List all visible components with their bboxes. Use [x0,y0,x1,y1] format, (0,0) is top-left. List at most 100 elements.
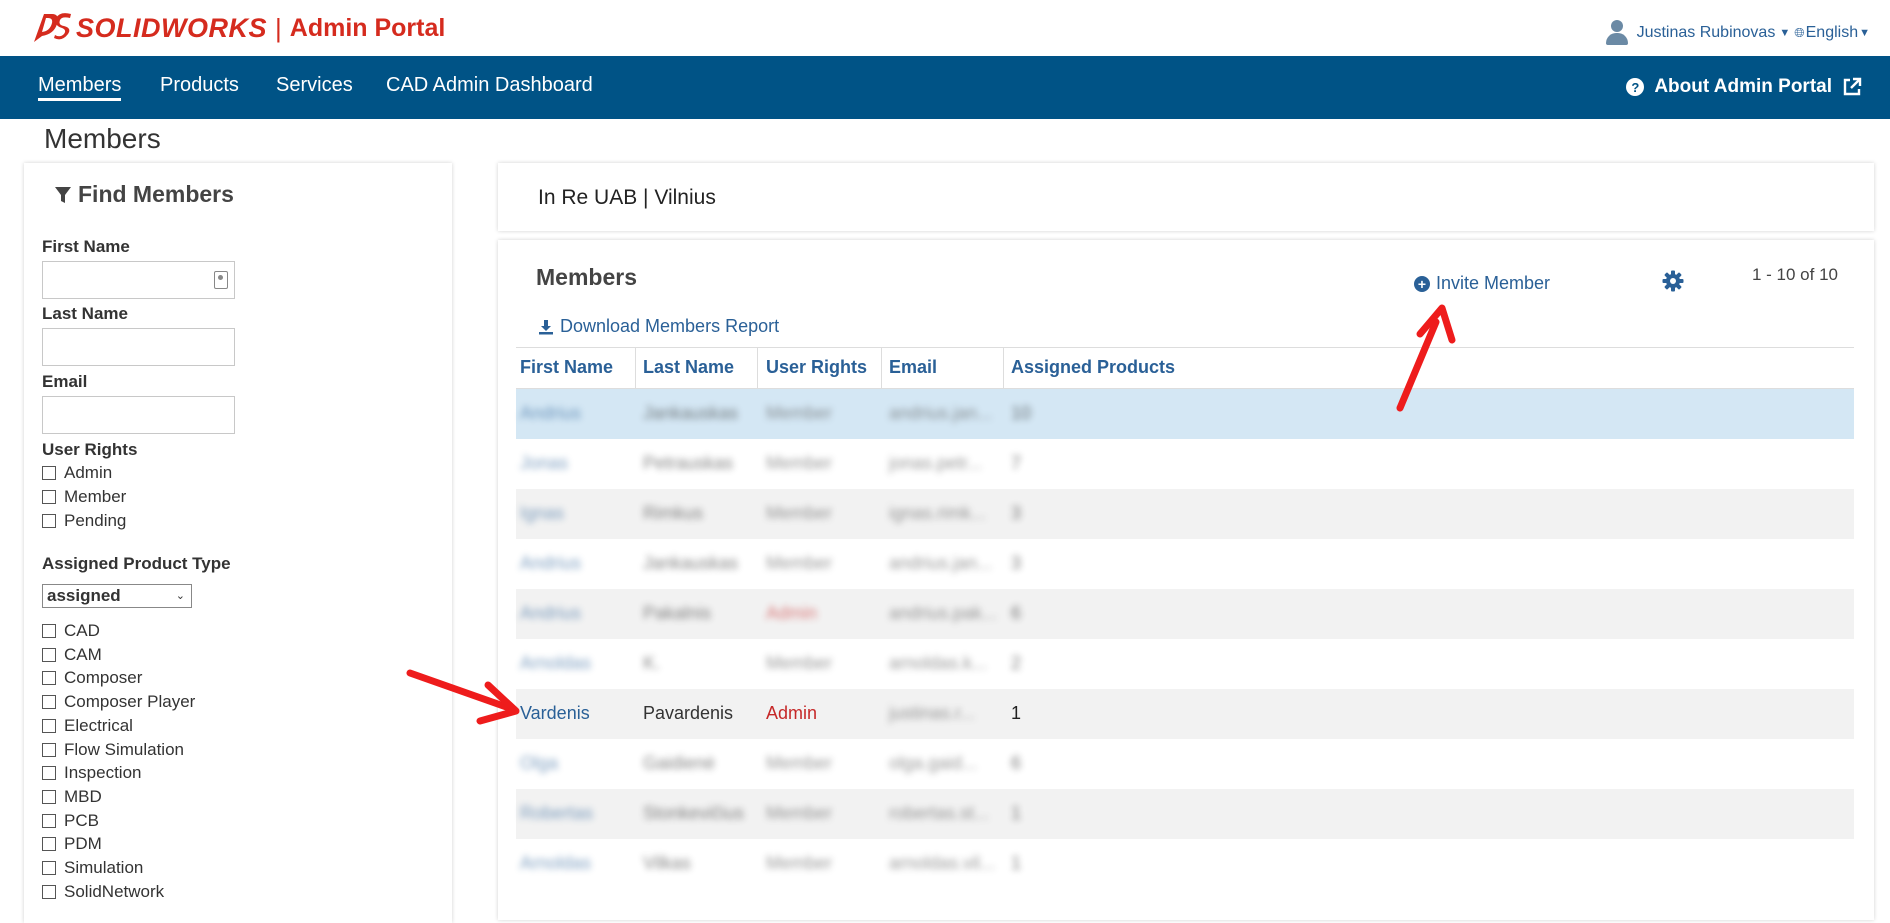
nav-cad-admin-dashboard[interactable]: CAD Admin Dashboard [386,74,593,97]
col-assigned-products[interactable]: Assigned Products [1011,357,1175,378]
product-checkbox[interactable] [42,742,56,757]
table-row[interactable]: Andrius Jankauskas Member andrius.jan... 3 [516,539,1854,589]
member-checkbox[interactable] [42,490,56,504]
email-input[interactable] [42,396,235,434]
table-row[interactable]: Vardenis Pavardenis Admin justinas.r... 1 [516,689,1854,739]
brand-name: SOLIDWORKS [76,12,267,43]
member-first-name[interactable]: Jonas [520,453,568,474]
member-last-name: Pavardenis [643,703,734,723]
product-checkbox[interactable] [42,671,56,686]
member-first-name[interactable]: Andrius [520,403,581,424]
member-first-name[interactable]: Vardenis [520,703,590,724]
member-last-name: Gaidienė [643,753,716,773]
solidworks-logo[interactable]: SOLIDWORKS | Admin Portal [30,8,445,48]
user-rights-label: User Rights [42,440,138,459]
member-last-name: Jankauskas [643,403,739,423]
col-email[interactable]: Email [889,357,937,378]
member-assigned-products: 7 [1011,453,1022,473]
product-checkbox[interactable] [42,837,56,852]
rights-admin-option[interactable]: Admin [42,463,112,483]
table-row[interactable]: Andrius Jankauskas Member andrius.jan... 10 [516,389,1854,439]
col-last-name[interactable]: Last Name [643,357,734,378]
rights-member-option[interactable]: Member [42,487,126,507]
product-checkbox[interactable] [42,624,56,638]
download-members-report-link[interactable]: Download Members Report [538,316,779,337]
member-assigned-products: 10 [1011,403,1032,423]
product-checkbox[interactable] [42,766,56,781]
product-label: Electrical [64,715,133,735]
product-filter-option[interactable]: Electrical [42,716,133,736]
last-name-input[interactable] [42,328,235,366]
table-row[interactable]: Arnoldas Vilkas Member arnoldas.vil... 1 [516,839,1854,889]
product-filter-option[interactable]: Simulation [42,858,143,878]
product-label: CAM [64,644,102,664]
invite-member-button[interactable]: + Invite Member [1414,273,1550,294]
product-checkbox[interactable] [42,884,56,899]
member-first-name[interactable]: Arnoldas [520,653,591,674]
member-last-name: Jankauskas [643,553,739,573]
product-filter-option[interactable]: Inspection [42,763,142,783]
rights-pending-option[interactable]: Pending [42,511,126,531]
member-user-rights: Member [766,753,833,773]
nav-services[interactable]: Services [276,74,353,97]
table-row[interactable]: Jonas Petrauskas Member jonas.petr... 7 [516,439,1854,489]
table-row[interactable]: Olga Gaidienė Member olga.gaid... 6 [516,739,1854,789]
nav-members[interactable]: Members [38,74,122,101]
product-checkbox[interactable] [42,789,56,804]
product-checkbox[interactable] [42,647,56,662]
gear-icon[interactable] [1662,270,1684,292]
member-first-name[interactable]: Ignas [520,503,564,524]
member-first-name[interactable]: Andrius [520,553,581,574]
product-checkbox[interactable] [42,695,56,710]
table-row[interactable]: Andrius Pakalnis Admin andrius.pak... 6 [516,589,1854,639]
product-filter-option[interactable]: Composer Player [42,692,195,712]
language-menu[interactable]: English [1806,24,1858,42]
member-user-rights: Member [766,853,833,873]
user-menu[interactable]: Justinas Rubinovas [1637,24,1776,42]
main-nav: Members Products Services CAD Admin Dash… [0,56,1890,119]
member-user-rights: Member [766,803,833,823]
table-row[interactable]: Arnoldas K. Member arnoldas.k... 2 [516,639,1854,689]
product-filter-option[interactable]: Composer [42,668,142,688]
product-filter-option[interactable]: SolidNetwork [42,882,164,902]
admin-checkbox[interactable] [42,466,56,480]
download-icon [539,319,553,334]
pending-checkbox[interactable] [42,514,56,528]
download-report-label: Download Members Report [560,316,780,336]
member-assigned-products: 3 [1011,503,1022,523]
product-filter-option[interactable]: PCB [42,811,99,831]
member-email: arnoldas.vil... [889,853,996,873]
member-assigned-products: 6 [1011,753,1022,773]
chevron-down-icon[interactable]: ▼ [1859,27,1870,39]
product-filter-option[interactable]: MBD [42,787,102,807]
member-email: andrius.pak... [889,603,998,623]
product-checkbox[interactable] [42,813,56,828]
user-area: Justinas Rubinovas ▼ 🌐︎ English ▼ [1605,20,1874,46]
product-type-select[interactable]: assigned ⌄ [42,584,192,608]
about-label: About Admin Portal [1654,76,1832,97]
member-first-name[interactable]: Arnoldas [520,853,591,874]
nav-products[interactable]: Products [160,74,239,97]
member-user-rights: Member [766,653,833,673]
portal-name: Admin Portal [289,13,446,42]
table-row[interactable]: Robertas Stonkevičius Member robertas.st...… [516,789,1854,839]
table-row[interactable]: Ignas Rimkus Member ignas.rimk... 3 [516,489,1854,539]
col-user-rights[interactable]: User Rights [766,357,867,378]
product-checkbox[interactable] [42,861,56,875]
admin-label: Admin [64,463,113,482]
chevron-down-icon[interactable]: ▼ [1779,27,1790,39]
member-first-name[interactable]: Robertas [520,803,593,824]
product-checkbox[interactable] [42,718,56,733]
about-admin-portal-link[interactable]: ? About Admin Portal [1626,76,1862,98]
brand-separator: | [275,12,282,43]
col-first-name[interactable]: First Name [520,357,613,378]
product-filter-option[interactable]: CAM [42,645,102,665]
member-first-name[interactable]: Olga [520,753,558,774]
member-last-name: K. [643,653,661,673]
member-first-name[interactable]: Andrius [520,603,581,624]
page-title: Members [44,123,161,154]
product-filter-option[interactable]: CAD [42,621,100,641]
first-name-input[interactable] [42,261,235,299]
product-filter-option[interactable]: Flow Simulation [42,740,184,760]
product-filter-option[interactable]: PDM [42,834,102,854]
